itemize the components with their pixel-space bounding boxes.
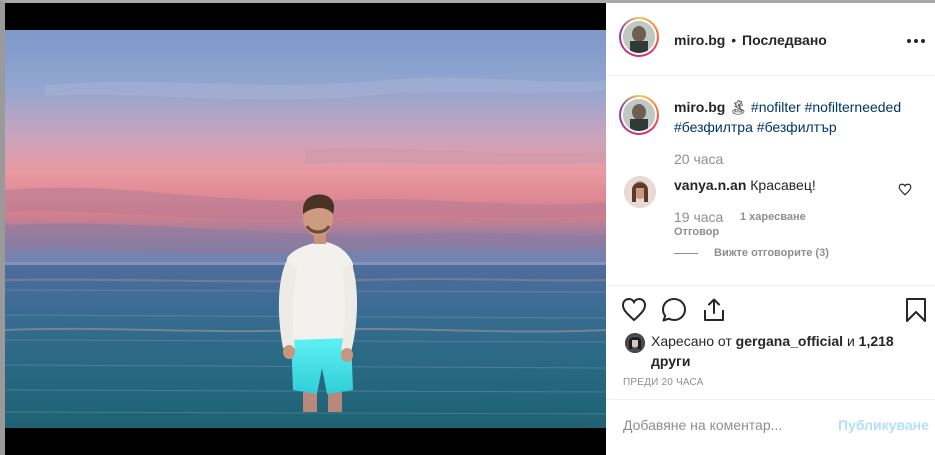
view-replies-button[interactable]: Вижте отговорите (3)	[674, 247, 829, 259]
small-heart-icon[interactable]	[898, 183, 912, 196]
liker-avatar[interactable]	[625, 333, 645, 353]
liker-avatar-photo	[625, 333, 645, 353]
hashtag-link[interactable]: #безфилтър	[757, 119, 837, 135]
liker-username[interactable]: gergana_official	[736, 333, 843, 349]
caption-timestamp[interactable]: 20 часа	[674, 151, 723, 167]
divider	[606, 75, 935, 76]
caption-emoji: 🏝	[729, 99, 748, 115]
commenter-avatar-photo	[624, 176, 656, 208]
replies-dash	[674, 252, 698, 254]
post-header: miro.bg • Последвано	[674, 32, 827, 48]
view-replies-label: Вижте отговорите (3)	[714, 247, 829, 259]
hashtag-link[interactable]: #безфилтра	[674, 119, 753, 135]
header-separator: •	[731, 32, 737, 48]
comment-input[interactable]: Добавяне на коментар...	[623, 417, 782, 433]
caption-avatar-photo	[623, 99, 655, 131]
hashtag-link[interactable]: #nofilter	[751, 99, 801, 115]
likes-summary: Харесано от gergana_official и 1,218 дру…	[651, 331, 921, 371]
publish-button[interactable]: Публикуване	[838, 417, 929, 433]
comment-likes-count[interactable]: 1 харесване	[740, 211, 806, 223]
comment-body: Красавец!	[750, 177, 816, 193]
author-avatar[interactable]	[619, 17, 659, 57]
share-icon[interactable]	[701, 297, 727, 323]
more-options-icon[interactable]	[906, 37, 926, 45]
post-timestamp[interactable]: ПРЕДИ 20 ЧАСА	[623, 377, 704, 388]
post-photo[interactable]	[5, 30, 606, 428]
likes-prefix: Харесано от	[651, 333, 732, 349]
instagram-post-modal: miro.bg • Последвано miro.bg 🏝 #nofilter…	[0, 0, 935, 455]
letterbox-bottom	[5, 428, 606, 455]
comment: vanya.n.an Красавец!	[674, 177, 816, 193]
commenter-avatar[interactable]	[624, 176, 656, 208]
author-username[interactable]: miro.bg	[674, 32, 725, 48]
likes-conjunction: и	[846, 333, 855, 349]
reply-button[interactable]: Отговор	[674, 226, 719, 238]
divider	[606, 399, 935, 400]
hashtag-link[interactable]: #nofilterneeded	[805, 99, 902, 115]
divider	[606, 285, 935, 286]
caption-username[interactable]: miro.bg	[674, 99, 725, 115]
comment-timestamp[interactable]: 19 часа	[674, 209, 723, 225]
commenter-username[interactable]: vanya.n.an	[674, 177, 746, 193]
caption-author-avatar[interactable]	[619, 95, 659, 135]
heart-icon[interactable]	[621, 297, 647, 323]
comment-bubble-icon[interactable]	[661, 297, 687, 323]
post-sidebar: miro.bg • Последвано miro.bg 🏝 #nofilter…	[606, 3, 935, 455]
author-avatar-photo	[623, 21, 655, 53]
post-caption: miro.bg 🏝 #nofilter #nofilterneeded #без…	[674, 97, 924, 137]
letterbox-top	[5, 3, 606, 30]
bookmark-icon[interactable]	[903, 297, 929, 323]
photo-pane	[5, 3, 606, 455]
follow-status-button[interactable]: Последвано	[742, 32, 827, 48]
